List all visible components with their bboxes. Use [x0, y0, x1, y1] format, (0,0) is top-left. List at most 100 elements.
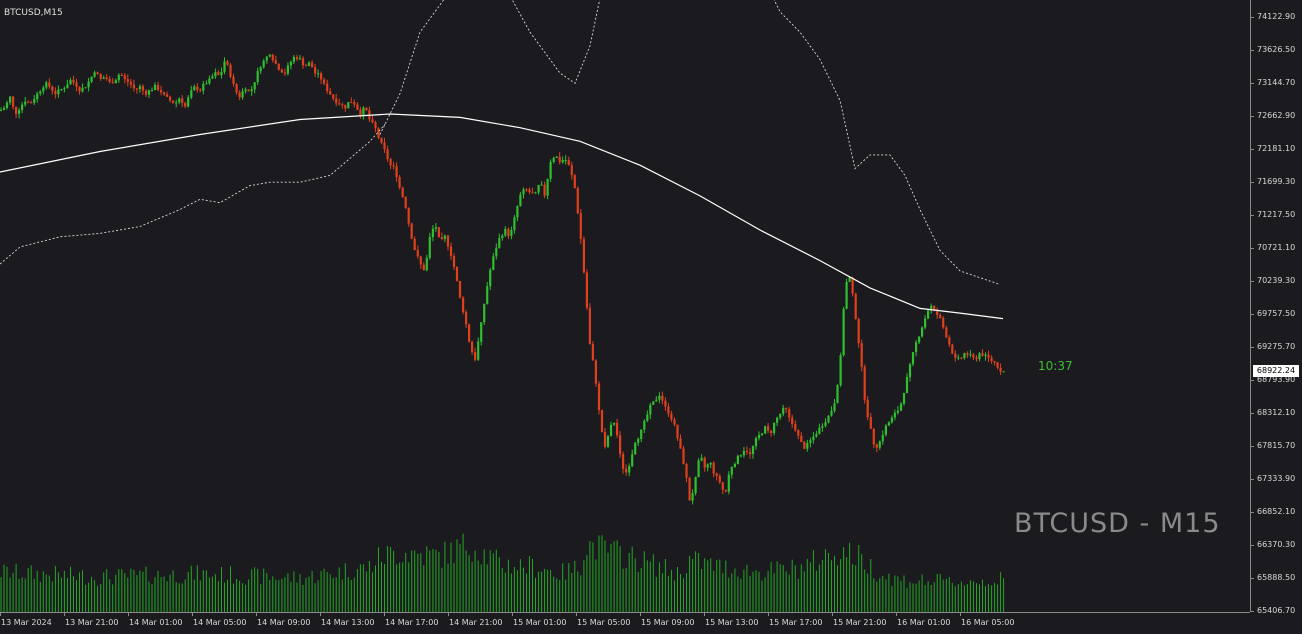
bull-candle [431, 228, 434, 237]
bear-candle [712, 462, 715, 474]
bull-candle [214, 72, 217, 77]
bull-candle [519, 194, 522, 207]
time-tick-label: 15 Mar 01:00 [513, 618, 567, 627]
bear-candle [96, 72, 99, 74]
bull-candle [220, 72, 223, 75]
bull-candle [102, 77, 105, 79]
bull-candle [190, 90, 193, 98]
price-tick-label: 71217.50 [1257, 210, 1296, 220]
bull-candle [782, 407, 785, 414]
bear-candle [528, 189, 531, 193]
bear-candle [217, 72, 220, 75]
bull-candle [899, 403, 903, 411]
symbol-timeframe-label: BTCUSD,M15 [4, 8, 63, 18]
bull-candle [779, 413, 782, 418]
bear-candle [661, 395, 664, 401]
bull-candle [924, 318, 927, 328]
bear-candle [126, 79, 129, 82]
bear-candle [788, 409, 791, 418]
volume-histogram [0, 533, 1005, 612]
price-tick-mark [1250, 446, 1254, 448]
bear-candle [341, 104, 344, 106]
time-tick-mark [192, 612, 193, 616]
bear-candle [338, 103, 341, 105]
bear-candle [353, 102, 356, 105]
bear-candle [576, 188, 579, 214]
bear-candle [329, 91, 332, 95]
bear-candle [588, 307, 591, 345]
bull-candle [483, 303, 486, 323]
symbol-watermark: BTCUSD - M15 [1014, 508, 1221, 539]
bull-candle [69, 79, 72, 85]
price-tick-label: 67815.70 [1257, 441, 1296, 451]
bear-candle [791, 417, 794, 425]
bear-candle [105, 77, 108, 79]
bull-candle [733, 464, 736, 468]
price-tick-label: 70239.30 [1257, 276, 1296, 286]
bull-candle [498, 238, 501, 248]
bull-candle [540, 184, 543, 186]
bear-candle [854, 293, 857, 319]
bull-candle [153, 84, 157, 90]
bull-candle [193, 86, 196, 91]
bear-candle [688, 477, 691, 501]
bear-candle [356, 104, 359, 110]
bear-candle [954, 353, 957, 358]
bull-candle [244, 89, 247, 92]
bear-candle [332, 94, 335, 99]
bear-candle [398, 177, 401, 188]
bull-candle [836, 385, 839, 404]
bull-candle [546, 178, 549, 196]
bear-candle [471, 341, 474, 353]
bull-candle [652, 401, 655, 405]
bear-candle [401, 187, 404, 197]
bear-candle [54, 90, 57, 95]
bear-candle [232, 76, 235, 84]
bull-candle [223, 61, 226, 73]
bear-candle [866, 399, 869, 418]
chart-window[interactable]: BTCUSD,M15 10:37 BTCUSD - M15 74122.90 73… [0, 0, 1302, 633]
bull-candle [700, 457, 703, 461]
bear-candle [383, 142, 386, 150]
bull-candle [250, 89, 253, 92]
bear-candle [419, 256, 422, 265]
time-tick-label: 14 Mar 05:00 [193, 618, 247, 627]
bull-candle [893, 412, 896, 418]
price-axis[interactable] [1250, 0, 1302, 612]
time-tick-label: 15 Mar 13:00 [705, 618, 759, 627]
bear-candle [585, 272, 588, 308]
bull-candle [806, 443, 809, 449]
bear-candle [857, 319, 860, 344]
bear-candle [603, 432, 607, 447]
bear-candle [141, 86, 144, 91]
bear-candle [111, 82, 114, 84]
bull-candle [839, 355, 842, 386]
price-tick-label: 66852.10 [1257, 507, 1296, 517]
bear-candle [277, 63, 280, 70]
bull-candle [773, 422, 776, 433]
bull-candle [307, 62, 311, 66]
bull-candle [634, 442, 637, 455]
bull-candle [443, 235, 446, 239]
bear-candle [196, 86, 199, 90]
bull-candle [147, 90, 151, 95]
bear-candle [996, 362, 999, 368]
bear-candle [314, 67, 317, 74]
bull-candle [830, 410, 833, 416]
price-tick-label: 67333.90 [1257, 474, 1296, 484]
time-tick-label: 14 Mar 17:00 [385, 618, 439, 627]
bear-candle [163, 92, 166, 95]
time-tick-mark [640, 612, 641, 616]
bull-candle [821, 426, 824, 428]
bear-candle [199, 89, 202, 91]
bull-candle [730, 467, 733, 475]
bear-candle [160, 90, 163, 93]
price-tick-mark [1250, 479, 1254, 481]
bear-candle [407, 207, 410, 224]
bear-candle [975, 357, 978, 360]
bear-candle [993, 361, 996, 363]
bull-candle [63, 88, 66, 90]
time-tick-mark [960, 612, 961, 616]
bull-candle [815, 433, 818, 437]
bull-candle [918, 336, 921, 343]
